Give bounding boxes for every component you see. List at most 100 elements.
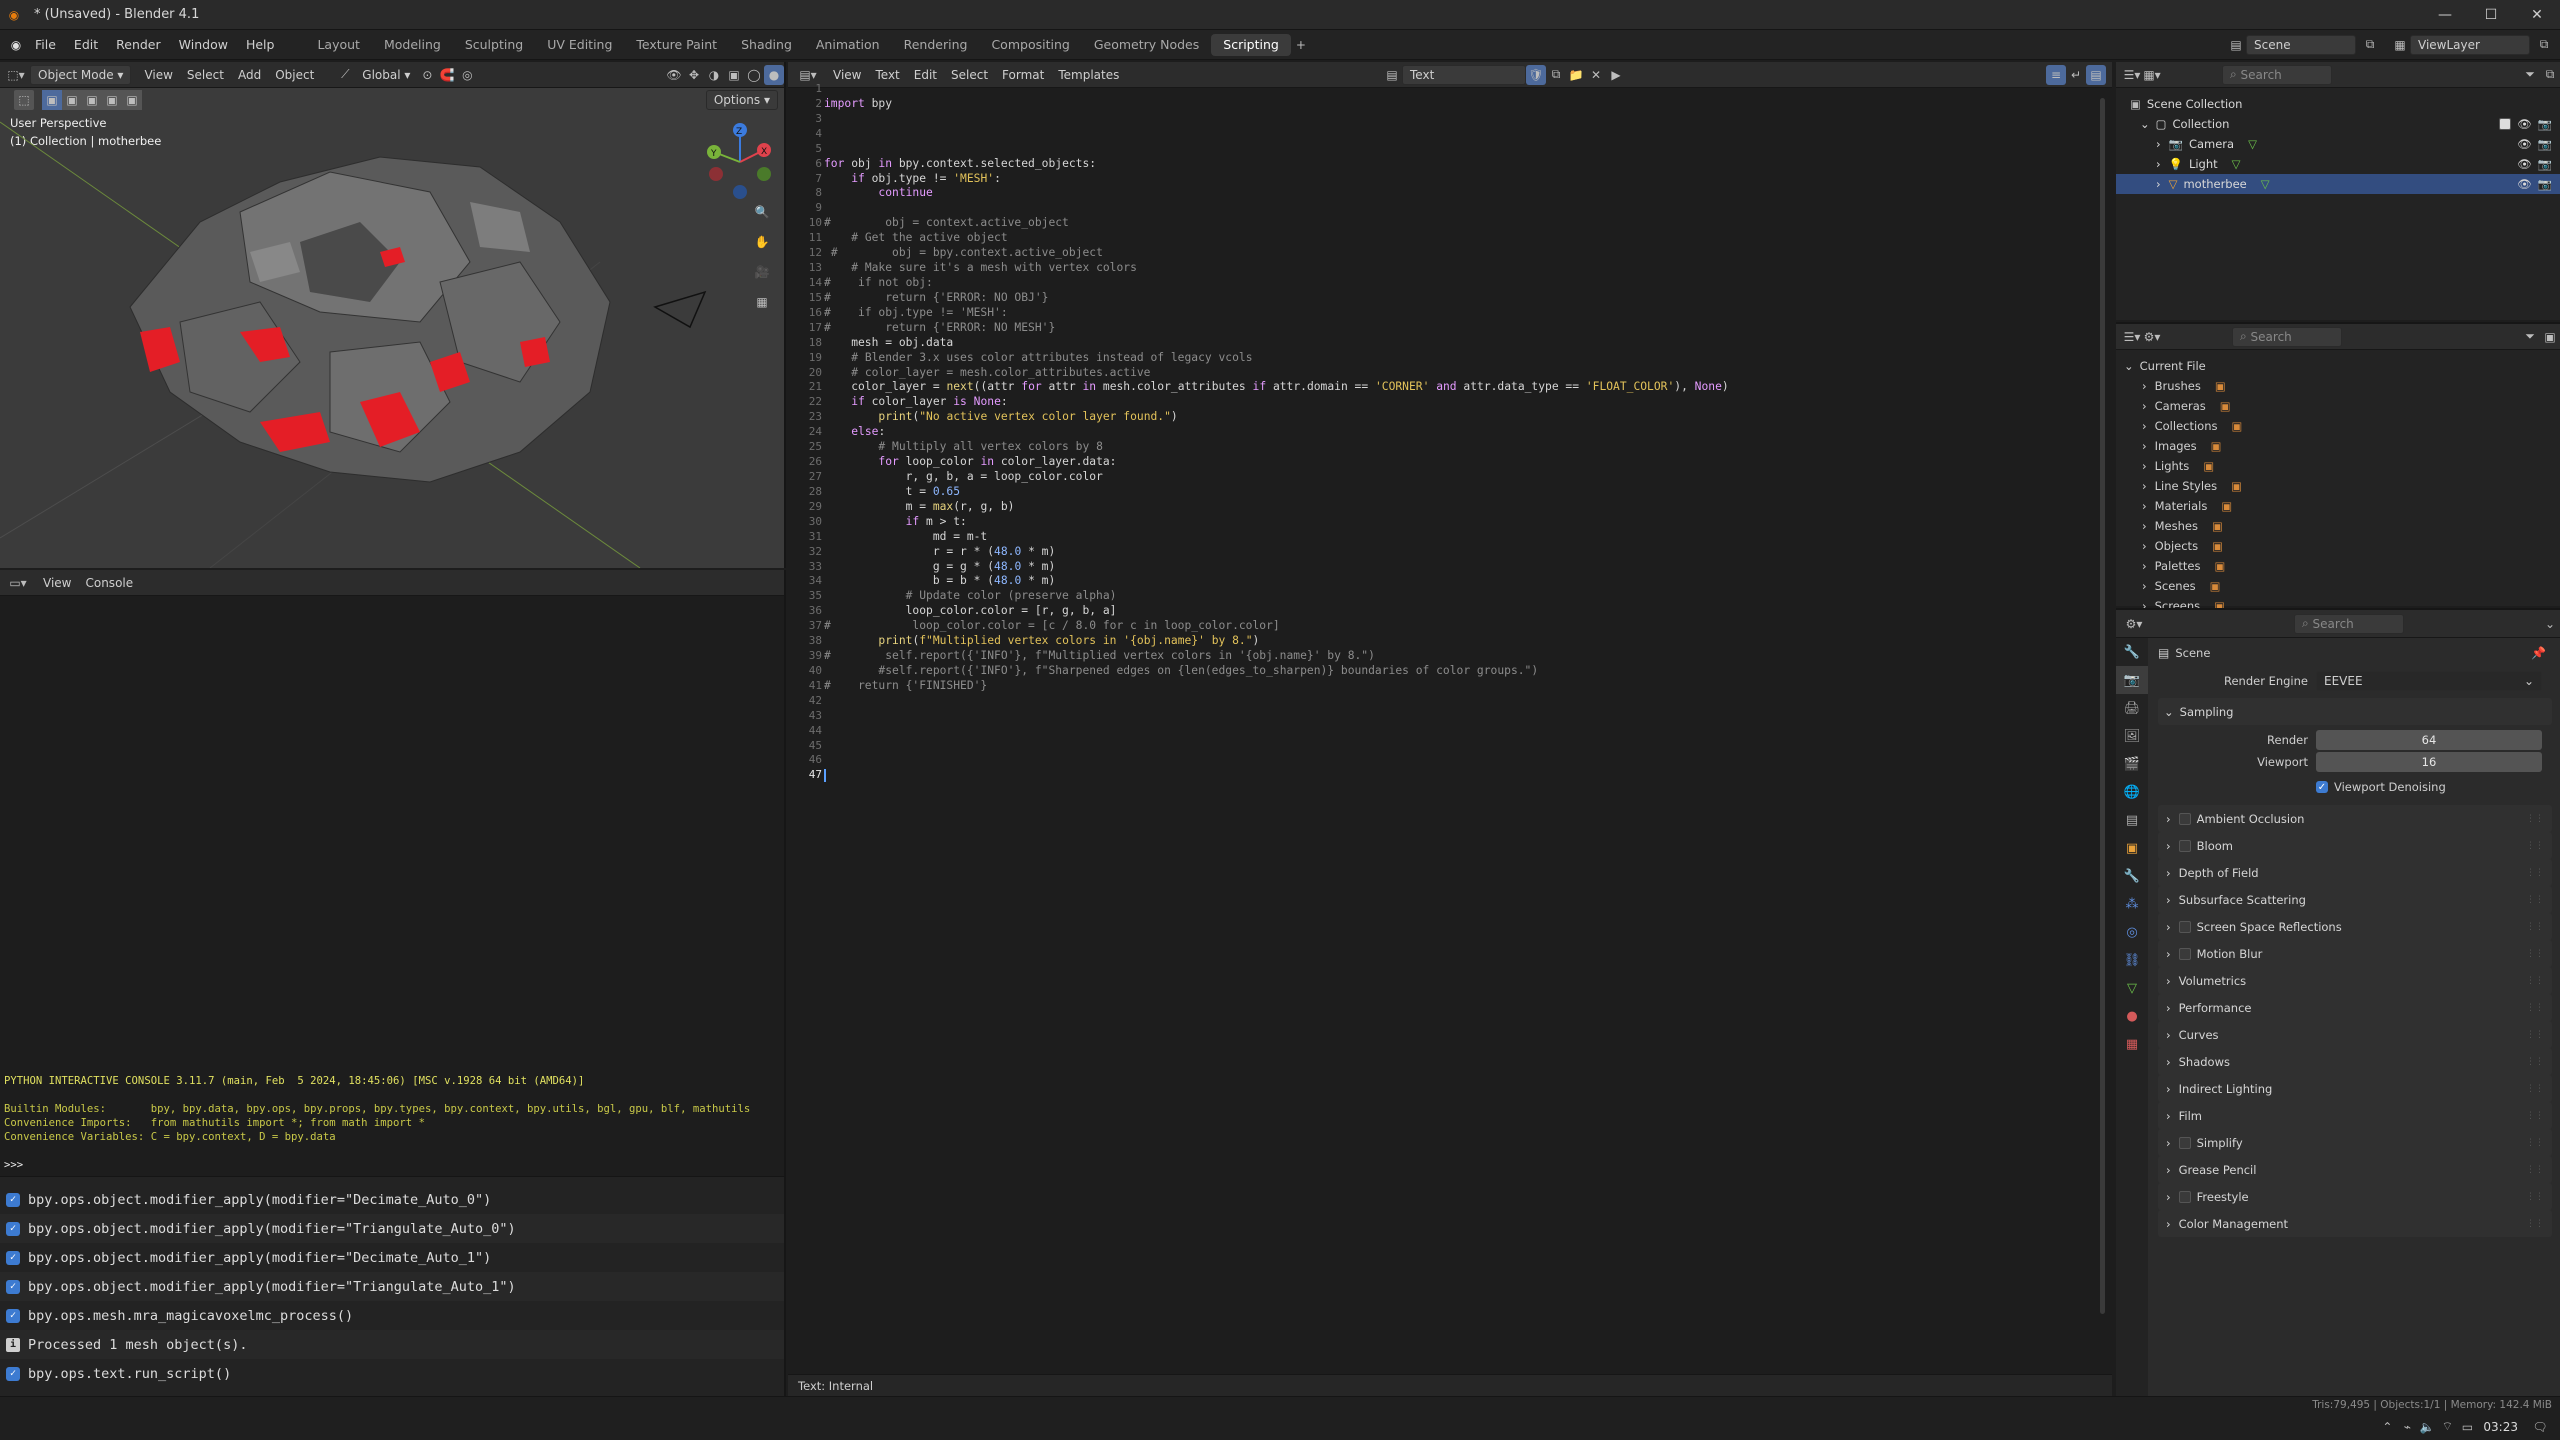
new-collection-icon[interactable]: ⧉ <box>2540 65 2560 85</box>
info-log-row[interactable]: ✓ bpy.ops.mesh.mra_magicavoxelmc_process(… <box>0 1301 784 1330</box>
properties-editor[interactable]: ⚙▾ ⌕ Search ⌄ ▤ Scene 📌 Render Engine EE… <box>2116 608 2560 1396</box>
eye-icon[interactable]: 👁 <box>2517 157 2532 171</box>
network-icon[interactable]: ⌔ <box>2437 1417 2457 1437</box>
scene-collection-row[interactable]: ▣ Scene Collection <box>2116 94 2560 114</box>
panel-grease-pencil[interactable]: › Grease Pencil ⋮⋮ <box>2158 1156 2552 1183</box>
data-tab-icon[interactable]: ▽ <box>2116 974 2148 1002</box>
tab-texture-paint[interactable]: Texture Paint <box>624 34 729 56</box>
panel-motion-blur[interactable]: › Motion Blur ⋮⋮ <box>2158 940 2552 967</box>
current-file-row[interactable]: ⌄ Current File <box>2116 356 2560 376</box>
output-tab-icon[interactable]: 🖨 <box>2116 694 2148 722</box>
drag-handle-icon[interactable]: ⋮⋮ <box>2526 922 2544 932</box>
object-tab-icon[interactable]: ▣ <box>2116 834 2148 862</box>
panel-enable-checkbox[interactable] <box>2178 1190 2191 1203</box>
drag-handle-icon[interactable]: ⋮⋮ <box>2526 868 2544 878</box>
camera-view-icon[interactable]: 🎥 <box>752 262 772 282</box>
blend-item-cameras[interactable]: › Cameras ▣ <box>2116 396 2560 416</box>
tab-geometry-nodes[interactable]: Geometry Nodes <box>1082 34 1211 56</box>
render-camera-icon[interactable]: 📷 <box>2538 157 2552 171</box>
properties-options-icon[interactable]: ⌄ <box>2540 614 2560 634</box>
blend-item-brushes[interactable]: › Brushes ▣ <box>2116 376 2560 396</box>
render-camera-icon[interactable]: 📷 <box>2538 177 2552 191</box>
drag-handle-icon[interactable]: ⋮⋮ <box>2526 1192 2544 1202</box>
render-camera-icon[interactable]: 📷 <box>2538 137 2552 151</box>
notification-icon[interactable]: 🗨 <box>2530 1417 2550 1437</box>
panel-enable-checkbox[interactable] <box>2178 947 2191 960</box>
drag-handle-icon[interactable]: ⋮⋮ <box>2526 1111 2544 1121</box>
modifier-tab-icon[interactable]: 🔧 <box>2116 862 2148 890</box>
menu-render[interactable]: Render <box>107 37 170 52</box>
drag-handle-icon[interactable]: ⋮⋮ <box>2526 841 2544 851</box>
tab-compositing[interactable]: Compositing <box>979 34 1081 56</box>
texture-tab-icon[interactable]: ▦ <box>2116 1030 2148 1058</box>
menu-file[interactable]: File <box>26 37 65 52</box>
tab-shading[interactable]: Shading <box>729 34 804 56</box>
expand-arrow-icon[interactable]: › <box>2142 519 2147 533</box>
expand-arrow-icon[interactable]: › <box>2156 177 2161 191</box>
navigation-gizmo[interactable]: Z X Y <box>700 122 780 202</box>
info-log-row[interactable]: ✓ bpy.ops.text.run_script() <box>0 1359 784 1388</box>
outliner-search-input[interactable]: ⌕ Search <box>2222 64 2332 85</box>
panel-shadows[interactable]: › Shadows ⋮⋮ <box>2158 1048 2552 1075</box>
blend-item-scenes[interactable]: › Scenes ▣ <box>2116 576 2560 596</box>
speaker-icon[interactable]: 🔈 <box>2417 1417 2437 1437</box>
object-data-icon[interactable]: ▽ <box>2261 177 2270 191</box>
material-tab-icon[interactable]: ● <box>2116 1002 2148 1030</box>
filter-icon[interactable]: ⏷ <box>2520 65 2540 85</box>
blender-menu-icon[interactable]: ◉ <box>6 35 26 55</box>
blend-display-mode-icon[interactable]: ⚙▾ <box>2142 327 2162 347</box>
blend-item-meshes[interactable]: › Meshes ▣ <box>2116 516 2560 536</box>
tab-animation[interactable]: Animation <box>804 34 892 56</box>
panel-freestyle[interactable]: › Freestyle ⋮⋮ <box>2158 1183 2552 1210</box>
eye-icon[interactable]: 👁 <box>2517 177 2532 191</box>
blend-editor-type-icon[interactable]: ☰▾ <box>2122 327 2142 347</box>
menu-help[interactable]: Help <box>237 37 284 52</box>
minimize-button[interactable]: — <box>2422 0 2468 30</box>
panel-enable-checkbox[interactable] <box>2178 839 2191 852</box>
expand-arrow-icon[interactable]: › <box>2156 157 2161 171</box>
expand-arrow-icon[interactable]: › <box>2142 399 2147 413</box>
expand-arrow-icon[interactable]: › <box>2142 459 2147 473</box>
zoom-icon[interactable]: 🔍 <box>752 202 772 222</box>
clock[interactable]: 03:23 <box>2483 1420 2518 1434</box>
render-samples-field[interactable]: 64 <box>2316 730 2542 750</box>
tab-layout[interactable]: Layout <box>305 34 372 56</box>
drag-handle-icon[interactable]: ⋮⋮ <box>2526 1003 2544 1013</box>
tab-uv-editing[interactable]: UV Editing <box>535 34 624 56</box>
code-area[interactable]: import bpy for obj in bpy.context.select… <box>824 82 2094 783</box>
blend-file-browser[interactable]: ☰▾ ⚙▾ ⌕ Search ⏷ ▣ ⌄ Current File › Brush… <box>2116 322 2560 613</box>
console-menu-view[interactable]: View <box>36 573 78 593</box>
collection-row[interactable]: ⌄ ▢ Collection 👁 📷 <box>2116 114 2560 134</box>
panel-enable-checkbox[interactable] <box>2178 920 2191 933</box>
blend-item-line-styles[interactable]: › Line Styles ▣ <box>2116 476 2560 496</box>
world-tab-icon[interactable]: 🌐 <box>2116 778 2148 806</box>
panel-bloom[interactable]: › Bloom ⋮⋮ <box>2158 832 2552 859</box>
ortho-grid-icon[interactable]: ▦ <box>752 292 772 312</box>
blend-item-palettes[interactable]: › Palettes ▣ <box>2116 556 2560 576</box>
tray-chevron-icon[interactable]: ⌃ <box>2377 1417 2397 1437</box>
tab-modeling[interactable]: Modeling <box>372 34 453 56</box>
drag-handle-icon[interactable]: ⋮⋮ <box>2526 1138 2544 1148</box>
close-button[interactable]: ✕ <box>2514 0 2560 30</box>
collection-tab-icon[interactable]: ▤ <box>2116 806 2148 834</box>
add-workspace-icon[interactable]: + <box>1291 35 1311 55</box>
maximize-button[interactable]: ☐ <box>2468 0 2514 30</box>
blend-item-images[interactable]: › Images ▣ <box>2116 436 2560 456</box>
expand-arrow-icon[interactable]: › <box>2142 419 2147 433</box>
blend-item-collections[interactable]: › Collections ▣ <box>2116 416 2560 436</box>
tab-rendering[interactable]: Rendering <box>892 34 980 56</box>
expand-arrow-icon[interactable]: › <box>2142 559 2147 573</box>
menu-window[interactable]: Window <box>170 37 237 52</box>
tab-sculpting[interactable]: Sculpting <box>453 34 535 56</box>
info-log-row[interactable]: i Processed 1 mesh object(s). <box>0 1330 784 1359</box>
info-log[interactable]: ✓ bpy.ops.object.modifier_apply(modifier=… <box>0 1176 786 1402</box>
usb-icon[interactable]: ⌁ <box>2397 1417 2417 1437</box>
info-log-row[interactable]: ✓ bpy.ops.object.modifier_apply(modifier=… <box>0 1243 784 1272</box>
panel-enable-checkbox[interactable] <box>2178 812 2191 825</box>
blend-search-input[interactable]: ⌕ Search <box>2232 326 2342 347</box>
display-mode-icon[interactable]: ▦▾ <box>2142 65 2162 85</box>
panel-subsurface-scattering[interactable]: › Subsurface Scattering ⋮⋮ <box>2158 886 2552 913</box>
drag-handle-icon[interactable]: ⋮⋮ <box>2526 1219 2544 1229</box>
tab-scripting[interactable]: Scripting <box>1211 33 1291 56</box>
expand-arrow-icon[interactable]: › <box>2142 539 2147 553</box>
